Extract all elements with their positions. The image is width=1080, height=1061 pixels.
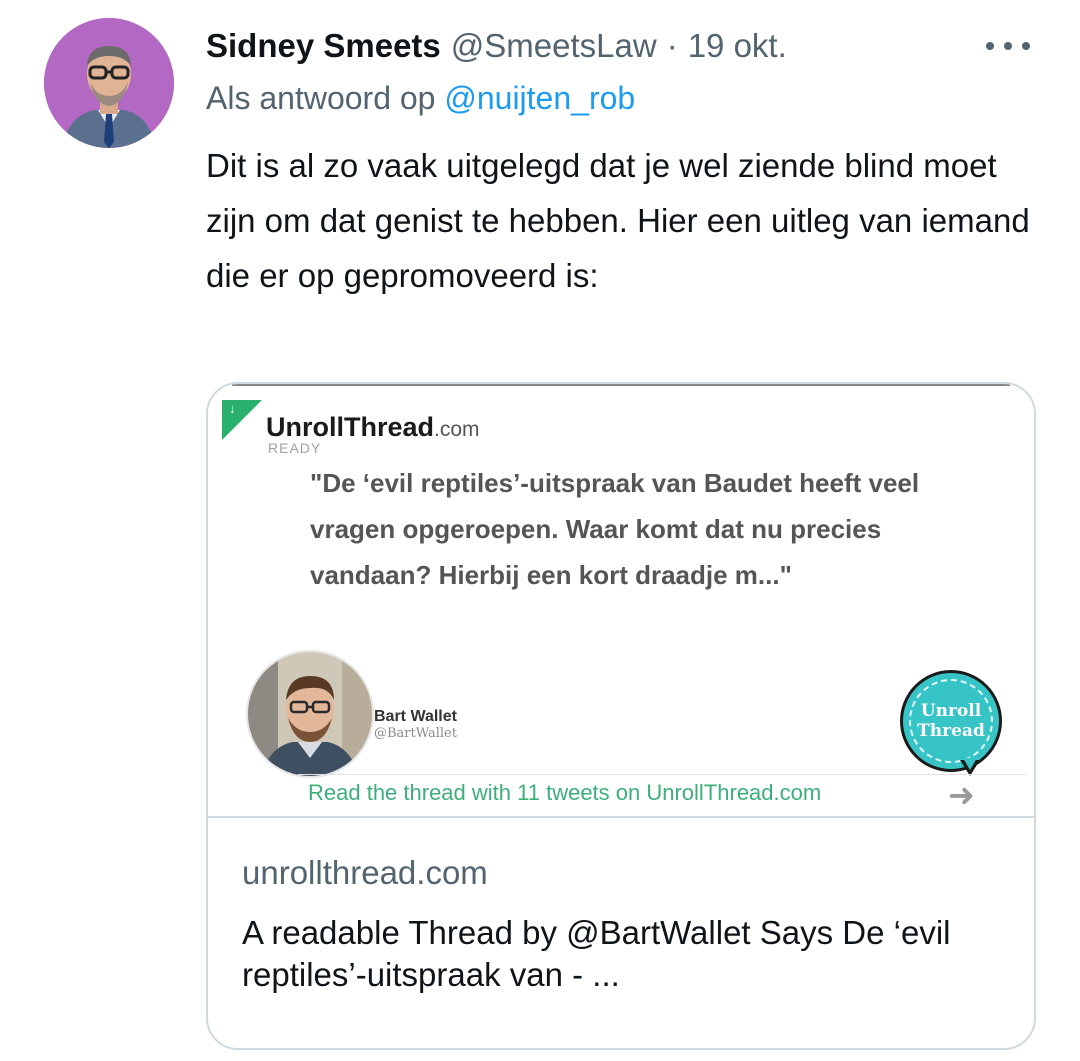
card-image[interactable]: ↓ UnrollThread.com READY "De ‘evil repti…: [208, 384, 1034, 818]
tweet-date[interactable]: 19 okt.: [688, 27, 787, 65]
image-top-rule: [232, 384, 1010, 386]
thread-author-handle: @BartWallet: [374, 726, 457, 741]
brand-name: UnrollThread: [266, 412, 435, 442]
badge-line-2: Thread: [917, 721, 985, 741]
dot-icon: [1022, 42, 1030, 50]
brand-tag: READY: [268, 440, 322, 456]
reply-mention-link[interactable]: @nuijten_rob: [444, 80, 635, 116]
reply-context: Als antwoord op @nuijten_rob: [206, 80, 635, 117]
author-avatar[interactable]: [44, 18, 174, 148]
thread-author-avatar: [246, 650, 374, 778]
header-separator: ·: [666, 27, 678, 64]
brand-suffix: .com: [434, 418, 480, 441]
reply-prefix: Als antwoord op: [206, 80, 436, 116]
more-dots-icon[interactable]: [986, 28, 1030, 64]
tweet-text: Dit is al zo vaak uitgelegd dat je wel z…: [206, 147, 1030, 294]
unroll-thread-badge: Unroll Thread: [900, 670, 1002, 772]
dot-icon: [986, 42, 994, 50]
unrollthread-logo: UnrollThread.com: [266, 412, 480, 443]
corner-triangle-icon: [222, 400, 262, 440]
badge-line-1: Unroll: [920, 701, 982, 721]
thread-author-name: Bart Wallet: [374, 708, 457, 725]
down-arrow-icon: ↓: [229, 401, 236, 416]
link-preview-card[interactable]: ↓ UnrollThread.com READY "De ‘evil repti…: [206, 382, 1036, 1050]
profile-photo-icon: [44, 18, 174, 148]
card-domain: unrollthread.com: [242, 854, 488, 891]
dot-icon: [1004, 42, 1012, 50]
thread-quote: "De ‘evil reptiles’-uitspraak van Baudet…: [310, 468, 920, 590]
badge-tail-fill: [963, 758, 977, 770]
card-title: A readable Thread by @BartWallet Says De…: [242, 914, 951, 993]
right-arrow-icon: ➜: [948, 777, 975, 813]
thread-author-photo-icon: [248, 652, 372, 776]
author-handle[interactable]: @SmeetsLaw: [451, 27, 657, 65]
read-link-divider: [298, 774, 1026, 775]
read-thread-link: Read the thread with 11 tweets on Unroll…: [308, 780, 822, 805]
tweet-header: Sidney Smeets @SmeetsLaw · 19 okt.: [206, 22, 787, 70]
author-display-name[interactable]: Sidney Smeets: [206, 27, 441, 65]
